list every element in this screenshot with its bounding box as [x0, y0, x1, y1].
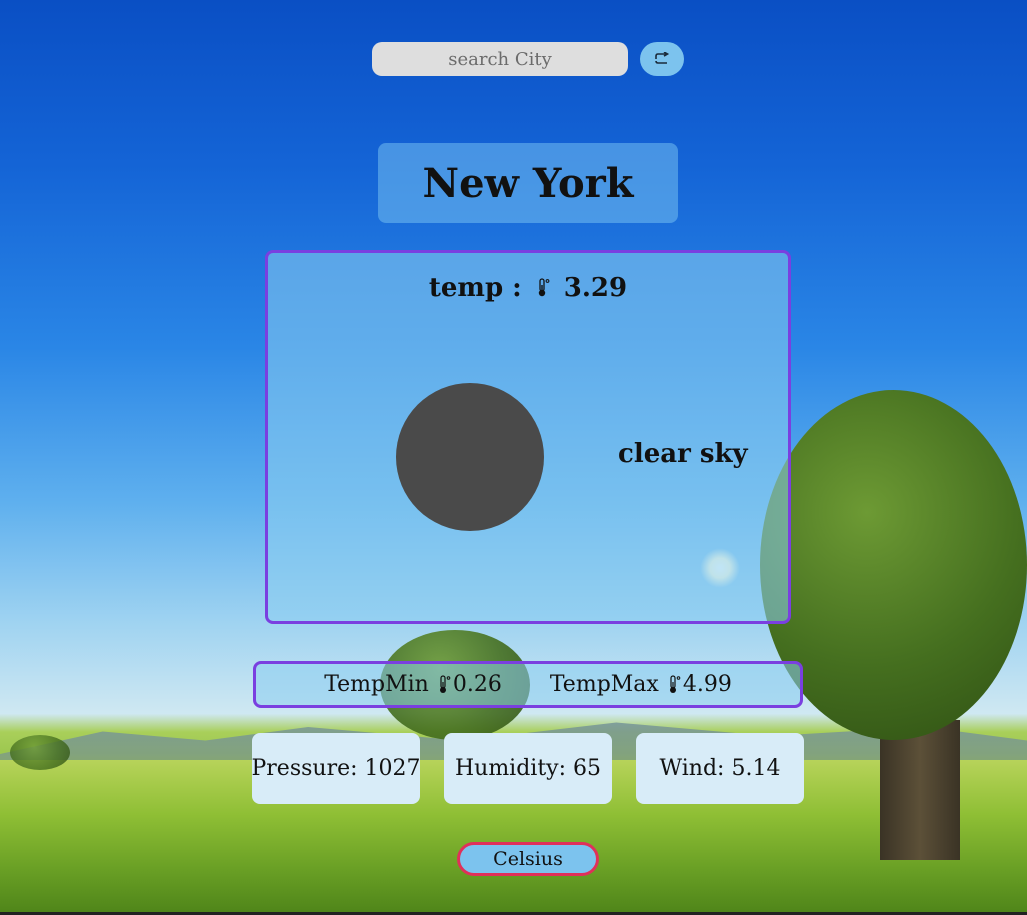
background-tree-crown-far — [10, 735, 70, 770]
unit-toggle-button[interactable]: Celsius — [457, 842, 599, 876]
temp-min-value: 0.26 — [452, 672, 502, 697]
search-input[interactable] — [372, 42, 628, 76]
temp-max: TempMax 4.99 — [550, 672, 732, 697]
wind-text: Wind: 5.14 — [659, 756, 781, 781]
weather-condition-icon — [396, 383, 544, 531]
thermometer-icon — [439, 674, 451, 693]
pressure-text: Pressure: 1027 — [251, 756, 421, 781]
pressure-card: Pressure: 1027 — [251, 733, 421, 804]
weather-description: clear sky — [618, 439, 748, 469]
thermometer-icon — [538, 278, 550, 297]
city-header: New York — [378, 143, 678, 223]
temp-min: TempMin 0.26 — [324, 672, 502, 697]
humidity-card: Humidity: 65 — [444, 733, 612, 804]
temp-range-bar: TempMin 0.26 TempMax 4.99 — [253, 661, 803, 708]
thermometer-icon — [669, 674, 681, 693]
temperature-line: temp : 3.29 — [268, 273, 788, 303]
temp-label: temp : — [428, 273, 522, 303]
refresh-arrow-icon — [655, 52, 670, 64]
humidity-text: Humidity: 65 — [454, 756, 602, 781]
weather-card: temp : 3.29 clear sky — [265, 250, 791, 624]
temp-max-value: 4.99 — [682, 672, 732, 697]
city-name: New York — [422, 159, 634, 207]
background-tree-trunk — [880, 720, 960, 860]
temp-min-label: TempMin — [324, 672, 429, 697]
search-button[interactable] — [640, 42, 684, 76]
temp-value: 3.29 — [563, 273, 628, 303]
wind-card: Wind: 5.14 — [636, 733, 804, 804]
temp-max-label: TempMax — [549, 672, 659, 697]
